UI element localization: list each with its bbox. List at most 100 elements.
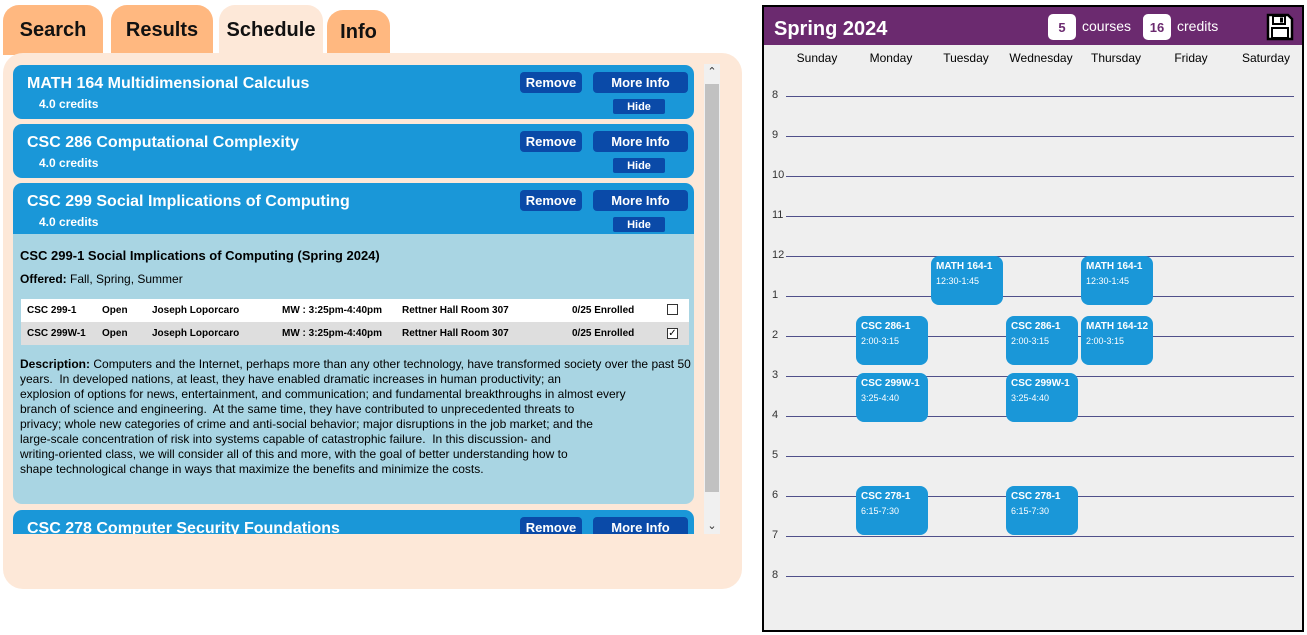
course-list: MATH 164 Multidimensional Calculus 4.0 c… [13,62,700,534]
hour-label: 10 [772,169,785,181]
scroll-down-icon[interactable]: ⌄ [704,518,720,534]
hour-label: 2 [772,329,779,341]
more-info-button[interactable]: More Info [593,190,688,211]
hour-label: 8 [772,89,779,101]
section-room: Rettner Hall Room 307 [402,328,509,339]
save-icon[interactable] [1266,13,1294,41]
description-line: privacy; whole new categories of crime a… [20,417,593,431]
description-label: Description: [20,357,91,371]
section-time: MW : 3:25pm-4:40pm [282,305,383,316]
tab-info[interactable]: Info [327,10,390,55]
hour-gridline [786,136,1294,137]
day-header-saturday: Saturday [1241,51,1291,65]
section-status: Open [102,328,128,339]
courses-label: courses [1082,18,1132,34]
tab-schedule[interactable]: Schedule [219,5,323,55]
weekly-calendar: Spring 2024 5 courses 16 credits Sunday M… [762,5,1304,632]
course-card: MATH 164 Multidimensional Calculus 4.0 c… [13,65,694,119]
more-info-button[interactable]: More Info [593,131,688,152]
event-time: 6:15-7:30 [1011,506,1050,516]
calendar-event[interactable]: CSC 286-1 2:00-3:15 [1006,316,1078,365]
course-title: CSC 299 Social Implications of Computing [27,193,350,210]
event-time: 6:15-7:30 [861,506,900,516]
table-row: CSC 299W-1 Open Joseph Loporcaro MW : 3:… [21,322,689,345]
section-checkbox-cell: ✓ [661,322,689,345]
day-header-monday: Monday [869,51,913,65]
scroll-thumb[interactable] [705,84,719,492]
event-name: MATH 164-1 [1086,261,1143,272]
event-time: 12:30-1:45 [1086,276,1130,286]
calendar-event[interactable]: CSC 278-1 6:15-7:30 [856,486,928,535]
event-time: 3:25-4:40 [1011,392,1050,403]
section-instructor: Joseph Loporcaro [152,328,240,339]
calendar-event[interactable]: MATH 164-1 12:30-1:45 [1081,256,1153,305]
event-name: CSC 286-1 [1011,321,1061,332]
section-id: CSC 299W-1 [27,328,86,339]
course-title: CSC 286 Computational Complexity [27,134,300,151]
section-room: Rettner Hall Room 307 [402,305,509,316]
calendar-event[interactable]: MATH 164-12 2:00-3:15 [1081,316,1153,365]
calendar-event[interactable]: CSC 299W-1 3:25-4:40 [856,372,928,422]
description-line: branch of science and engineering. At th… [20,402,575,416]
more-info-button[interactable]: More Info [593,72,688,93]
remove-button[interactable]: Remove [520,131,582,152]
event-name: CSC 299W-1 [861,377,920,389]
hour-label: 12 [772,249,785,261]
hour-gridline [786,216,1294,217]
calendar-event[interactable]: CSC 286-1 2:00-3:15 [856,316,928,365]
section-status: Open [102,305,128,316]
calendar-event[interactable]: MATH 164-1 12:30-1:45 [931,256,1003,305]
calendar-event[interactable]: CSC 299W-1 3:25-4:40 [1006,372,1078,422]
description-line: years. In developed nations, at least, t… [20,372,561,386]
section-title: CSC 299-1 Social Implications of Computi… [20,248,380,263]
tab-results[interactable]: Results [111,5,213,55]
hour-gridline [786,296,1294,297]
section-instructor: Joseph Loporcaro [152,305,240,316]
course-card: CSC 299 Social Implications of Computing… [13,183,694,237]
event-time: 2:00-3:15 [1011,336,1050,346]
remove-button[interactable]: Remove [520,72,582,93]
event-time: 2:00-3:15 [1086,336,1125,346]
calendar-event[interactable]: CSC 278-1 6:15-7:30 [1006,486,1078,535]
remove-button[interactable]: Remove [520,190,582,211]
hour-label: 7 [772,529,779,541]
hide-button[interactable]: Hide [613,99,665,114]
hour-gridline [786,536,1294,537]
description-line: explosion of options for news, entertain… [20,387,626,401]
course-details: CSC 299-1 Social Implications of Computi… [13,234,694,504]
event-time: 2:00-3:15 [861,336,900,346]
description-line: Computers and the Internet, perhaps more… [90,357,691,371]
section-checkbox[interactable]: ✓ [667,328,678,339]
hour-label: 8 [772,569,779,581]
offered-label: Offered: [20,272,67,286]
hide-button[interactable]: Hide [613,158,665,173]
tab-search[interactable]: Search [3,5,103,55]
hour-label: 11 [772,209,784,221]
hide-button[interactable]: Hide [613,217,665,232]
scroll-up-icon[interactable]: ⌃ [704,64,720,80]
course-credits: 4.0 credits [39,215,99,229]
course-card: CSC 286 Computational Complexity 4.0 cre… [13,124,694,178]
description-line: large-scale concentration of risk into s… [20,432,551,446]
more-info-button[interactable]: More Info [593,517,688,534]
course-credits: 4.0 credits [39,97,99,111]
day-header-sunday: Sunday [796,51,838,65]
calendar-title: Spring 2024 [774,18,888,40]
list-scrollbar[interactable]: ⌃ ⌄ [704,64,720,534]
course-title: CSC 278 Computer Security Foundations [27,520,340,534]
sections-table: CSC 299-1 Open Joseph Loporcaro MW : 3:2… [21,299,689,345]
table-row: CSC 299-1 Open Joseph Loporcaro MW : 3:2… [21,299,689,322]
offered-terms: Offered: Fall, Spring, Summer [20,272,183,286]
day-header-thursday: Thursday [1090,51,1142,65]
event-name: MATH 164-1 [936,261,993,272]
course-description: Description: Computers and the Internet,… [20,357,700,477]
hour-gridline [786,576,1294,577]
hour-gridline [786,176,1294,177]
credits-count: 16 [1143,14,1171,40]
section-checkbox[interactable] [667,303,678,315]
hour-label: 6 [772,489,779,501]
event-name: CSC 278-1 [861,491,911,502]
remove-button[interactable]: Remove [520,517,582,534]
hour-label: 4 [772,409,779,421]
day-header-friday: Friday [1174,51,1208,65]
